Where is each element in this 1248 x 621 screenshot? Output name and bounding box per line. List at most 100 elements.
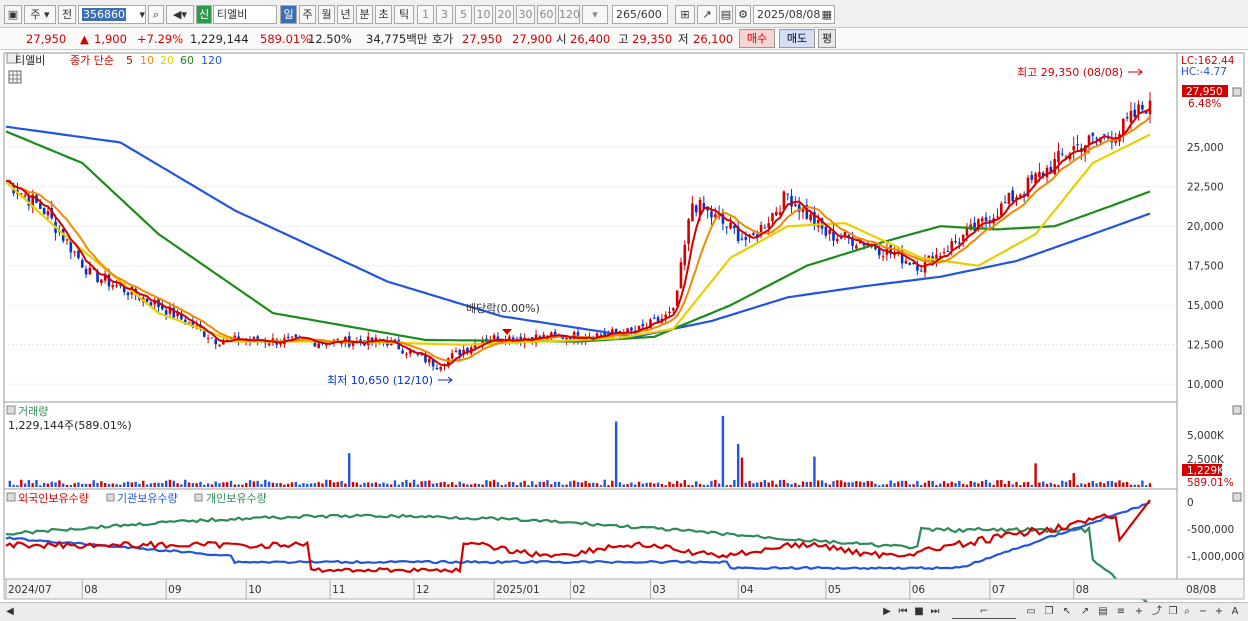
period-year-button[interactable]: 년 xyxy=(337,5,354,24)
volume-bar xyxy=(309,483,313,487)
credit-badge: 신 xyxy=(196,5,212,24)
stock-code-input[interactable]: 356860 ▾ xyxy=(78,5,146,24)
period-second-button[interactable]: 초 xyxy=(375,5,392,24)
interval-dropdown[interactable]: ▾ xyxy=(582,5,608,24)
text-tool-icon[interactable]: A xyxy=(1228,605,1242,619)
market-select[interactable]: 주 ▾ xyxy=(24,5,56,24)
zoom-icon[interactable]: ⌕ xyxy=(1180,605,1194,619)
turnover-rate: 12.50% xyxy=(308,32,352,46)
panel-close-icon[interactable] xyxy=(1232,87,1242,97)
holdings-panel[interactable] xyxy=(3,488,1178,580)
chart-area[interactable]: 티엘비 종가 단순 5 10 20 60 120 LC:162.44 HC:-4… xyxy=(0,50,1248,607)
candle-body xyxy=(683,244,687,265)
period-day-button[interactable]: 일 xyxy=(280,5,297,24)
volume-bar xyxy=(245,482,248,487)
interval-10-button[interactable]: 10 xyxy=(474,5,493,24)
volume-bar xyxy=(622,484,625,487)
chart-svg[interactable]: 티엘비 종가 단순 5 10 20 60 120 LC:162.44 HC:-4… xyxy=(0,50,1248,607)
interval-1-button[interactable]: 1 xyxy=(417,5,434,24)
volume-bar xyxy=(675,480,679,487)
chart-settings-icon[interactable]: ⊞ xyxy=(675,5,695,24)
individual-toggle-icon[interactable] xyxy=(194,493,203,502)
candle-body xyxy=(630,327,633,331)
volume-bar xyxy=(241,484,244,487)
volume-bar xyxy=(504,484,507,487)
stock-name-field[interactable]: 티엘비 xyxy=(213,5,277,24)
trend-icon[interactable]: ↗ xyxy=(1078,605,1092,619)
chart-window-icon[interactable]: ▣ xyxy=(4,5,22,24)
draw-rect-icon[interactable]: ▭ xyxy=(1024,605,1038,619)
date-field[interactable]: 2025/08/08 ▦ xyxy=(753,5,835,24)
interval-60-button[interactable]: 60 xyxy=(537,5,556,24)
volume-bar xyxy=(534,484,538,487)
candle-body xyxy=(740,238,744,240)
share-icon[interactable]: ⤴ xyxy=(1150,605,1164,619)
prev-button[interactable]: 전 xyxy=(58,5,76,24)
sell-button[interactable]: 매도 xyxy=(779,29,815,48)
speaker-icon[interactable]: ◀▾ xyxy=(166,5,194,24)
volume-bar xyxy=(420,481,423,487)
candle-body xyxy=(88,267,92,275)
drawing-tool-icon[interactable]: ↗ xyxy=(697,5,717,24)
volume-close-icon[interactable] xyxy=(1232,405,1242,415)
volume-bar xyxy=(668,481,671,487)
interval-3-button[interactable]: 3 xyxy=(436,5,453,24)
volume-bar xyxy=(538,481,542,487)
volume-bar xyxy=(935,485,938,487)
volume-bar xyxy=(393,480,397,487)
volume-bar xyxy=(687,484,690,487)
scroll-right-icon[interactable]: ▶ xyxy=(880,605,894,619)
copy-icon[interactable]: ❐ xyxy=(1042,605,1056,619)
institution-toggle-icon[interactable] xyxy=(106,493,115,502)
x-tick-label: 09 xyxy=(168,584,181,596)
candle-body xyxy=(405,353,408,355)
window-icon[interactable]: ❐ xyxy=(1166,605,1180,619)
calendar-icon[interactable]: ▦ xyxy=(822,6,834,23)
layout-icon[interactable]: ▤ xyxy=(1096,605,1110,619)
draw-line-icon[interactable]: ↖ xyxy=(1060,605,1074,619)
volume-bar xyxy=(1091,480,1094,487)
ask-label: 호가 xyxy=(432,32,454,46)
scroll-left-icon[interactable]: ◀ xyxy=(3,605,17,619)
price-panel[interactable] xyxy=(3,52,1178,403)
volume-title: 거래량 xyxy=(18,405,48,418)
count-field[interactable]: 265/600 xyxy=(612,5,668,24)
table-icon[interactable] xyxy=(8,70,22,84)
zoom-in-icon[interactable]: + xyxy=(1212,605,1226,619)
zoom-slider[interactable]: ⌐ xyxy=(952,605,1016,619)
buy-button[interactable]: 매수 xyxy=(739,29,775,48)
interval-30-button[interactable]: 30 xyxy=(516,5,535,24)
interval-5-button[interactable]: 5 xyxy=(455,5,472,24)
save-icon[interactable]: ▤ xyxy=(719,5,733,24)
crosshair-icon[interactable]: + xyxy=(1132,605,1146,619)
period-tick-button[interactable]: 틱 xyxy=(394,5,414,24)
volume-bar xyxy=(313,483,317,487)
period-minute-button[interactable]: 분 xyxy=(356,5,373,24)
holdings-close-icon[interactable] xyxy=(1232,492,1242,502)
candle-body xyxy=(1102,134,1106,136)
gear-icon[interactable]: ⚙ xyxy=(735,5,751,24)
period-month-button[interactable]: 월 xyxy=(318,5,335,24)
volume-panel[interactable] xyxy=(3,401,1178,490)
zoom-out-icon[interactable]: − xyxy=(1196,605,1210,619)
volume-toggle-icon[interactable] xyxy=(6,405,16,415)
holdings-toggle-icon[interactable] xyxy=(6,492,16,502)
jump-start-icon[interactable]: ⏮ xyxy=(896,605,910,619)
volume-bar xyxy=(683,480,686,487)
stop-icon[interactable]: ■ xyxy=(912,605,926,619)
interval-120-button[interactable]: 120 xyxy=(558,5,580,24)
candle-body xyxy=(946,250,950,252)
period-week-button[interactable]: 주 xyxy=(299,5,316,24)
search-icon[interactable]: ⌕ xyxy=(148,5,164,24)
eval-button[interactable]: 평 xyxy=(818,29,836,48)
interval-20-button[interactable]: 20 xyxy=(495,5,514,24)
volume-bar xyxy=(714,479,717,487)
candle-body xyxy=(790,195,793,207)
fib-icon[interactable]: ≡ xyxy=(1114,605,1128,619)
jump-end-icon[interactable]: ⏭ xyxy=(928,605,942,619)
bottom-scrollbar[interactable]: ◀ ▶ ⏮ ■ ⏭ ⌐ ▭ ❐ ↖ ↗ ▤ ≡ + ⤴ ❐ ⌕ − + A xyxy=(0,602,1248,621)
volume-bar xyxy=(416,484,420,487)
volume-bar xyxy=(660,484,664,487)
candle-body xyxy=(46,211,50,216)
volume-bar xyxy=(702,484,706,487)
